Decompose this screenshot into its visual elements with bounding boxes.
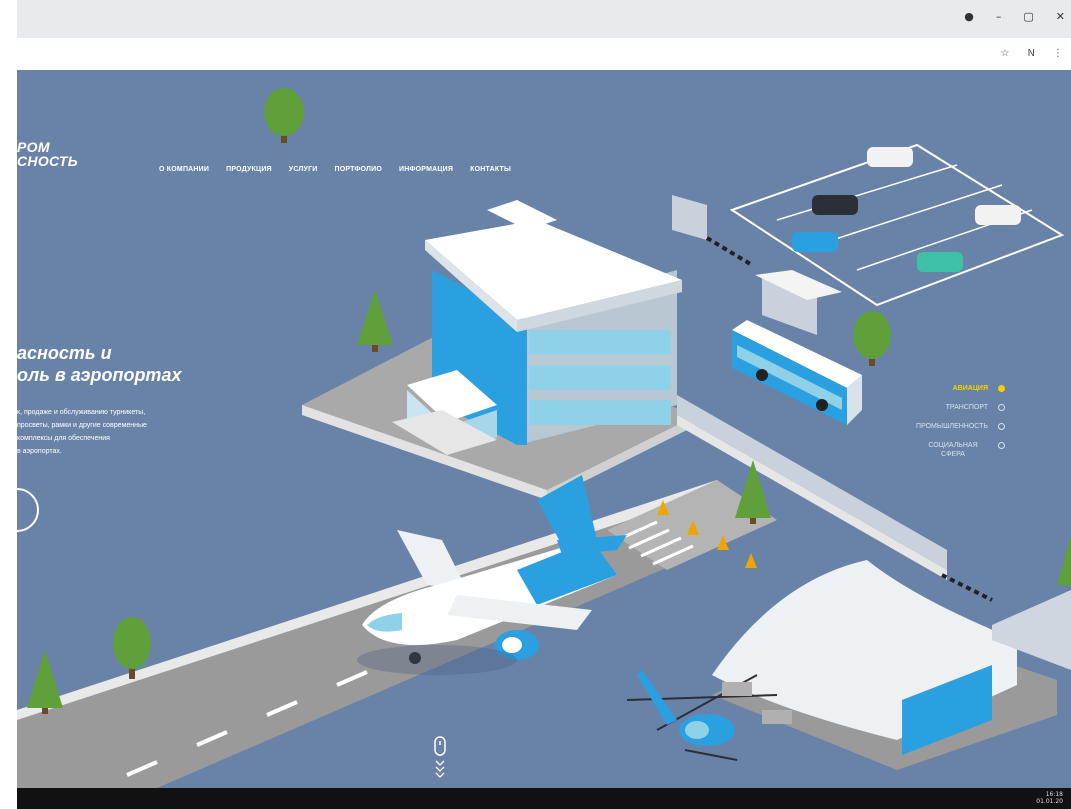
industry-item-social[interactable]: Социальная сфера [865,441,1005,459]
address-bar-icons: ☆ N ⋮ [1001,48,1063,59]
nav-item-services[interactable]: Услуги [289,166,318,173]
nav-item-about[interactable]: О компании [159,166,209,173]
tree-1 [264,88,304,143]
nav-item-portfolio[interactable]: Портфолио [335,166,383,173]
extension-icon[interactable]: N [1028,48,1035,59]
hero-desc-line-1: к, продаже и обслуживанию турникеты, [17,409,146,416]
hero-title: асность и оль в аэропортах [17,342,247,386]
barrier [941,573,993,602]
tree-2 [357,290,393,352]
car-teal [917,252,963,272]
hero-desc-line-3: комплексы для обеспечения [17,435,110,442]
industry-item-industry[interactable]: Промышленность [865,422,1005,431]
logo-line-1: РОМ [17,139,50,155]
industry-item-label: Социальная сфера [928,442,978,458]
industry-item-label: Промышленность [916,423,988,430]
industry-item-label: Авиация [952,385,988,392]
dot-icon [998,442,1005,449]
car-white-1 [867,147,913,167]
hangar [712,560,1057,770]
hero-desc-line-4: в аэропортах. [17,448,62,455]
bookmark-star-icon[interactable]: ☆ [1001,48,1010,59]
clock-time: 16:18 [1045,791,1063,798]
dot-icon [998,423,1005,430]
car-black [812,195,858,215]
logo-line-2: СНОСТЬ [17,153,78,169]
nav-item-info[interactable]: Информация [399,166,453,173]
bus-stop [755,270,842,335]
active-dot-icon [998,385,1005,392]
website-page: РОМ СНОСТЬ О компании Продукция Услуги П… [17,70,1071,788]
mouse-scroll-icon[interactable] [432,736,448,780]
hero-title-line-1: асность и [17,343,112,363]
industry-item-transport[interactable]: Транспорт [865,403,1005,412]
industry-item-aviation[interactable]: Авиация [865,384,1005,393]
taskbar: 16:18 01.01.20 [0,788,1071,809]
window-left-edge [0,0,17,809]
taskbar-clock[interactable]: 16:18 01.01.20 [1036,791,1063,805]
crate-1 [722,682,752,696]
dot-icon [998,404,1005,411]
browser-titlebar: ● – ▢ ✕ [0,0,1071,38]
car-blue [792,232,838,252]
site-logo[interactable]: РОМ СНОСТЬ [17,140,78,168]
tree-7 [1057,535,1071,585]
menu-icon[interactable]: ⋮ [1053,48,1063,59]
parking-gate [672,195,707,240]
main-nav: О компании Продукция Услуги Портфолио Ин… [159,166,511,173]
address-bar[interactable]: ☆ N ⋮ [0,38,1071,71]
industry-item-label: Транспорт [945,404,988,411]
maximize-icon[interactable]: ▢ [1023,10,1033,23]
terminal-building [392,200,682,455]
hero-desc-line-2: просветы, рамки и другие современные [17,422,147,429]
nav-item-contacts[interactable]: Контакты [470,166,511,173]
clock-date: 01.01.20 [1036,798,1063,805]
profile-icon[interactable]: ● [964,10,974,23]
minimize-icon[interactable]: – [996,10,1002,23]
industry-menu: Авиация Транспорт Промышленность Социаль… [865,384,1005,469]
hero-title-line-2: оль в аэропортах [17,365,182,385]
crate-2 [762,710,792,724]
tree-3 [853,311,891,366]
window-controls: ● – ▢ ✕ [964,10,1065,23]
tree-6 [27,650,63,714]
close-icon[interactable]: ✕ [1056,10,1065,23]
bus [732,320,862,425]
nav-item-products[interactable]: Продукция [226,166,272,173]
hero-description: к, продаже и обслуживанию турникеты, про… [17,406,237,458]
car-white-2 [975,205,1021,225]
